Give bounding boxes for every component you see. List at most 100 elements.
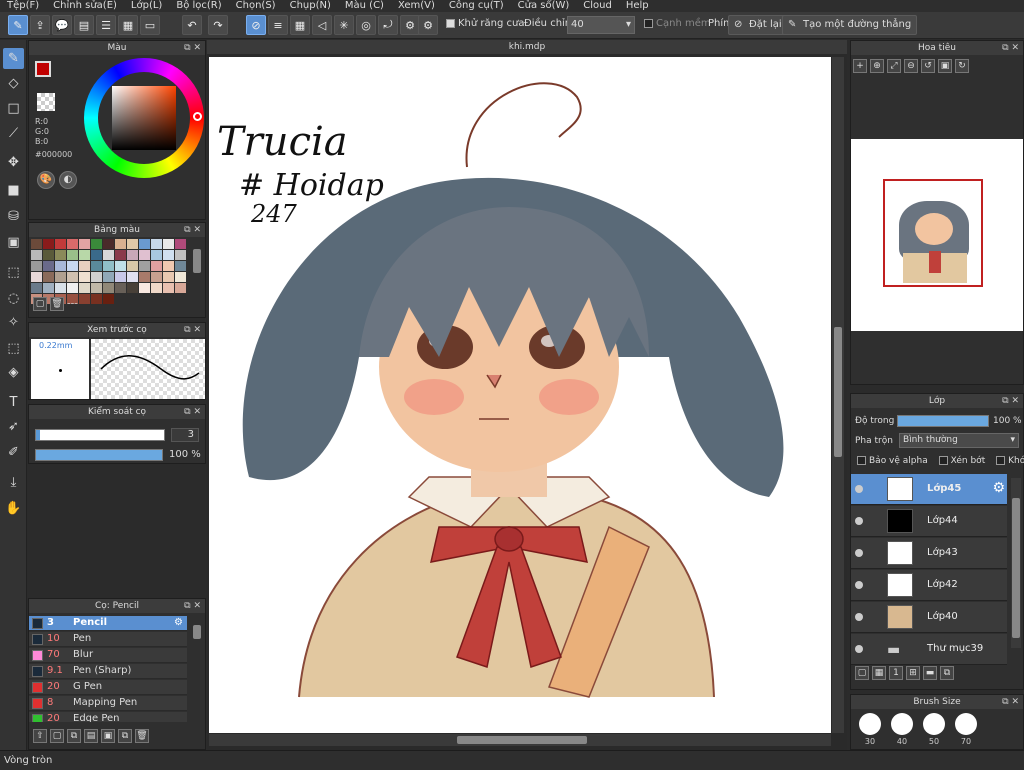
menu-item-6[interactable]: Màu (C) — [338, 0, 391, 12]
palette-swatch[interactable] — [151, 250, 162, 260]
snap-grid-icon[interactable]: ▦ — [290, 15, 310, 35]
palette-swatch[interactable] — [91, 272, 102, 282]
undo-icon[interactable]: ↶ — [182, 15, 202, 35]
palette-swatch[interactable] — [31, 250, 42, 260]
palette-swatch[interactable] — [43, 283, 54, 293]
palette-icon[interactable]: 🎨 — [37, 171, 55, 189]
palette-swatch[interactable] — [79, 239, 90, 249]
brush-opacity-slider[interactable] — [35, 449, 163, 461]
move-tool-icon[interactable]: ✥ — [3, 152, 24, 173]
palette-swatch[interactable] — [127, 272, 138, 282]
comment-icon[interactable]: ▤ — [74, 15, 94, 35]
palette-swatch[interactable] — [43, 239, 54, 249]
close-icon[interactable]: ⧉ ✕ — [1002, 41, 1019, 55]
palette-swatch[interactable] — [55, 250, 66, 260]
cloud-upload-icon[interactable]: ⇧ — [33, 729, 47, 743]
eye-icon[interactable] — [855, 485, 863, 493]
snap-curve-icon[interactable]: ⤾ — [378, 15, 398, 35]
rotate-left-icon[interactable]: ↺ — [921, 59, 935, 73]
protect-alpha-toggle[interactable]: Bảo vệ alpha — [857, 456, 928, 466]
palette-swatch[interactable] — [31, 239, 42, 249]
text-tool-icon[interactable]: T — [3, 392, 24, 413]
layer-row[interactable]: Lớp40 — [851, 602, 1007, 633]
duplicate-icon[interactable]: ▣ — [101, 729, 115, 743]
close-icon[interactable]: ⧉ ✕ — [184, 599, 201, 613]
palette-swatch[interactable] — [115, 239, 126, 249]
new-layer-icon[interactable]: ▢ — [855, 666, 869, 680]
palette-swatch[interactable] — [163, 283, 174, 293]
layer-row[interactable]: Lớp42 — [851, 570, 1007, 601]
palette-swatch[interactable] — [91, 294, 102, 304]
straight-line-button[interactable]: ✎ Tạo một đường thẳng — [782, 15, 918, 35]
saturation-value-square[interactable] — [112, 86, 176, 150]
palette-swatch[interactable] — [67, 239, 78, 249]
eye-icon[interactable] — [855, 549, 863, 557]
brush-item[interactable]: 3 Pencil ⚙ — [29, 616, 187, 631]
palette-swatch[interactable] — [55, 283, 66, 293]
brush-size-preset[interactable]: 40 — [887, 713, 917, 746]
brush-mode-icon[interactable]: ✎ — [8, 15, 28, 35]
palette-swatch[interactable] — [115, 272, 126, 282]
palette-swatch[interactable] — [103, 283, 114, 293]
new-brush-icon[interactable]: ▢ — [50, 729, 64, 743]
bucket-tool-icon[interactable]: ⛁ — [3, 206, 24, 227]
menu-item-4[interactable]: Chọn(S) — [229, 0, 283, 12]
operation-tool-icon[interactable]: ➶ — [3, 416, 24, 437]
palette-swatch[interactable] — [31, 261, 42, 271]
new-1bit-layer-icon[interactable]: 1 — [889, 666, 903, 680]
layer-row[interactable]: Lớp45 ⚙ — [851, 474, 1007, 505]
soft-edge-checkbox[interactable] — [644, 18, 653, 28]
window-icon[interactable]: ▭ — [140, 15, 160, 35]
palette-swatch[interactable] — [79, 283, 90, 293]
color-mix-icon[interactable]: ◐ — [59, 171, 77, 189]
palette-swatch[interactable] — [79, 250, 90, 260]
snap-radial-icon[interactable]: ✳ — [334, 15, 354, 35]
menu-item-3[interactable]: Bộ lọc(R) — [169, 0, 228, 12]
palette-swatch[interactable] — [67, 250, 78, 260]
select-pen-tool-icon[interactable]: ⬚ — [3, 338, 24, 359]
palette-swatch[interactable] — [175, 272, 186, 282]
palette-scrollbar[interactable] — [193, 249, 201, 273]
palette-swatch[interactable] — [163, 239, 174, 249]
eyedropper-tool-icon[interactable]: ⤓ — [3, 472, 24, 493]
zoom-out-icon[interactable]: ⊖ — [904, 59, 918, 73]
adjust-dropdown[interactable]: 40 ▾ — [567, 16, 635, 34]
primary-color-swatch[interactable] — [35, 61, 51, 77]
add-layer-menu-icon[interactable]: ⊞ — [906, 666, 920, 680]
magic-wand-tool-icon[interactable]: ✧ — [3, 312, 24, 333]
palette-swatch[interactable] — [91, 239, 102, 249]
brush-item[interactable]: 10 Pen — [29, 632, 187, 647]
dot-brush-tool-icon[interactable]: ⟋ — [3, 123, 24, 144]
palette-swatch[interactable] — [139, 239, 150, 249]
close-icon[interactable]: ⧉ ✕ — [184, 405, 201, 419]
clipping-toggle[interactable]: Xén bớt — [938, 456, 985, 466]
palette-swatch[interactable] — [175, 261, 186, 271]
palette-swatch[interactable] — [163, 250, 174, 260]
eraser-tool-icon[interactable]: ◇ — [3, 73, 24, 94]
palette-swatch[interactable] — [127, 283, 138, 293]
navigator-viewport[interactable] — [883, 179, 983, 287]
duplicate-layer-icon[interactable]: ⧉ — [940, 666, 954, 680]
soft-edge-toggle[interactable]: Cạnh mềm — [644, 18, 711, 29]
rect-shape-tool-icon[interactable]: □ — [3, 98, 24, 119]
palette-swatch[interactable] — [31, 272, 42, 282]
fill-rect-tool-icon[interactable]: ■ — [3, 180, 24, 201]
palette-swatch[interactable] — [67, 283, 78, 293]
gear-icon[interactable]: ⚙ — [174, 616, 183, 630]
close-icon[interactable]: ⧉ ✕ — [184, 223, 201, 237]
palette-swatch[interactable] — [43, 272, 54, 282]
layer-row[interactable]: Lớp43 — [851, 538, 1007, 569]
palette-swatch[interactable] — [67, 272, 78, 282]
layer-row[interactable]: ▬ Thư mục39 — [851, 634, 1007, 665]
divide-tool-icon[interactable]: ✐ — [3, 442, 24, 463]
hue-wheel[interactable] — [84, 58, 204, 178]
chat-icon[interactable]: 💬 — [52, 15, 72, 35]
palette-swatch[interactable] — [103, 261, 114, 271]
close-icon[interactable]: ⧉ ✕ — [184, 41, 201, 55]
zoom-in-icon[interactable]: + — [853, 59, 867, 73]
transparent-color-swatch[interactable] — [37, 93, 55, 111]
palette-swatch[interactable] — [103, 294, 114, 304]
palette-swatch[interactable] — [163, 272, 174, 282]
palette-swatch[interactable] — [115, 283, 126, 293]
palette-swatch[interactable] — [67, 261, 78, 271]
